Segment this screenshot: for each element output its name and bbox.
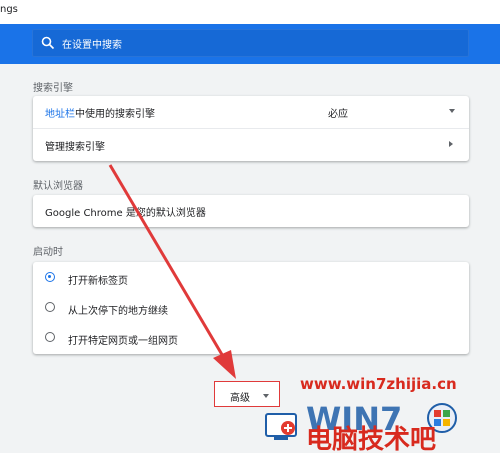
default-browser-row: Google Chrome 是您的默认浏览器 [33, 195, 469, 227]
radio-button[interactable] [45, 332, 55, 342]
chevron-down-icon[interactable] [449, 109, 455, 113]
startup-card: 打开新标签页 从上次停下的地方继续 打开特定网页或一组网页 [33, 262, 469, 354]
section-title-search-engine: 搜索引擎 [33, 83, 73, 94]
startup-option-new-tab[interactable]: 打开新标签页 [33, 263, 469, 293]
advanced-label: 高级 [230, 393, 250, 404]
address-bar-link[interactable]: 地址栏 [45, 109, 75, 120]
manage-search-engines-label: 管理搜索引擎 [45, 142, 105, 153]
default-browser-card: Google Chrome 是您的默认浏览器 [33, 195, 469, 227]
startup-option-label: 打开特定网页或一组网页 [68, 336, 178, 347]
startup-option-specific-pages[interactable]: 打开特定网页或一组网页 [33, 323, 469, 353]
search-engine-card: 地址栏中使用的搜索引擎 必应 管理搜索引擎 [33, 96, 469, 161]
search-placeholder: 在设置中搜索 [62, 40, 122, 51]
chevron-right-icon[interactable] [449, 141, 453, 147]
section-title-default-browser: 默认浏览器 [33, 181, 83, 192]
watermark-url: www.win7zhijia.cn [300, 375, 457, 393]
search-engine-row-label: 地址栏中使用的搜索引擎 [45, 105, 155, 120]
search-engine-row[interactable]: 地址栏中使用的搜索引擎 必应 [33, 96, 469, 129]
default-browser-text: Google Chrome 是您的默认浏览器 [45, 208, 206, 219]
search-engine-select-value[interactable]: 必应 [328, 105, 348, 120]
manage-search-engines-row[interactable]: 管理搜索引擎 [33, 129, 469, 161]
watermark-logo: WIN7 电脑技术吧 [265, 400, 457, 453]
search-icon [41, 36, 55, 50]
radio-button[interactable] [45, 302, 55, 312]
address-bar[interactable]: ngs [0, 0, 500, 25]
watermark-logo-text: 电脑技术吧 [306, 425, 436, 453]
search-engine-row-rest: 中使用的搜索引擎 [75, 109, 155, 120]
search-input[interactable]: 在设置中搜索 [32, 29, 469, 57]
startup-option-label: 打开新标签页 [68, 276, 128, 287]
startup-option-label: 从上次停下的地方继续 [68, 306, 168, 317]
startup-option-continue[interactable]: 从上次停下的地方继续 [33, 293, 469, 323]
address-text: ngs [0, 4, 18, 15]
section-title-startup: 启动时 [33, 247, 63, 258]
radio-button-selected[interactable] [45, 272, 55, 282]
